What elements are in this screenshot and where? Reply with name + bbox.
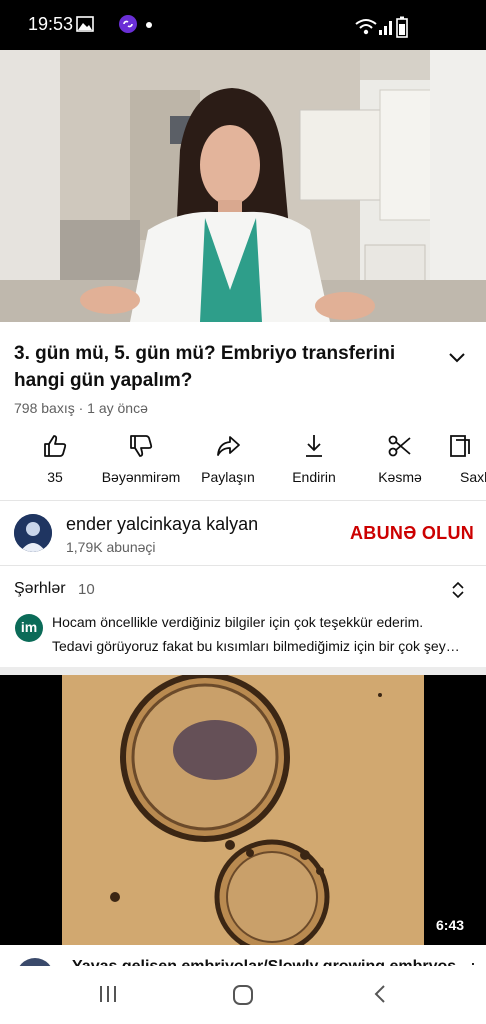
share-label: Paylaşın (201, 469, 255, 485)
channel-avatar-image (14, 514, 52, 552)
dislike-button[interactable]: Bəyənmirəm (96, 432, 186, 485)
section-separator (0, 667, 486, 675)
thumbs-down-icon (130, 435, 153, 457)
dislike-label: Bəyənmirəm (101, 469, 181, 485)
chevron-down-icon[interactable] (444, 344, 470, 370)
embryo-thumbnail-image (0, 675, 486, 945)
wifi-icon (355, 19, 377, 35)
save-button[interactable]: Saxl (437, 432, 486, 485)
video-frame-image (0, 50, 486, 322)
expand-comments-icon[interactable] (448, 580, 468, 600)
scissors-icon (388, 435, 411, 457)
gallery-icon (76, 16, 94, 32)
link-app-icon (119, 15, 137, 33)
comment-avatar: im (15, 614, 43, 642)
comment-text-line-1: Hocam öncellikle verdiğiniz bilgiler içi… (52, 614, 424, 630)
video-player[interactable] (0, 50, 486, 322)
like-count: 35 (47, 469, 63, 485)
status-bar: 19:53 (0, 0, 486, 50)
home-icon[interactable] (232, 984, 254, 1006)
subscribe-button[interactable]: ABUNƏ OLUN (350, 523, 474, 544)
subscriber-count: 1,79K abunəçi (66, 539, 156, 555)
comments-heading: Şərhlər (14, 580, 66, 597)
video-meta: 798 baxış · 1 ay öncə (14, 400, 148, 416)
action-row: 35 Bəyənmirəm Paylaşın Endirin Kəsmə Sax… (0, 432, 486, 492)
channel-name[interactable]: ender yalcinkaya kalyan (66, 514, 258, 535)
comments-count: 10 (78, 581, 95, 598)
video-duration: 6:43 (436, 917, 465, 933)
dot-icon (146, 22, 152, 28)
clip-label: Kəsmə (378, 469, 422, 485)
video-title[interactable]: 3. gün mü, 5. gün mü? Embriyo transferin… (14, 340, 424, 394)
status-time: 19:53 (28, 14, 74, 34)
download-icon (306, 435, 322, 457)
clip-button[interactable]: Kəsmə (355, 432, 445, 485)
download-label: Endirin (292, 469, 336, 485)
recent-apps-icon[interactable] (98, 984, 118, 1004)
divider (0, 565, 486, 566)
download-button[interactable]: Endirin (269, 432, 359, 485)
share-icon (217, 436, 240, 456)
comment-text-line-2: Tedavi görüyoruz fakat bu kısımları bilm… (52, 638, 460, 654)
signal-icon (379, 21, 392, 35)
thumbs-up-icon (44, 435, 67, 457)
divider (0, 500, 486, 501)
save-icon (450, 435, 470, 457)
system-nav-bar (0, 966, 486, 1024)
back-icon[interactable] (372, 984, 388, 1004)
channel-avatar[interactable] (14, 514, 52, 552)
share-button[interactable]: Paylaşın (183, 432, 273, 485)
save-label: Saxl (460, 469, 486, 485)
battery-icon (396, 16, 408, 38)
next-video-thumbnail[interactable]: 6:43 (0, 675, 486, 945)
like-button[interactable]: 35 (10, 432, 100, 485)
